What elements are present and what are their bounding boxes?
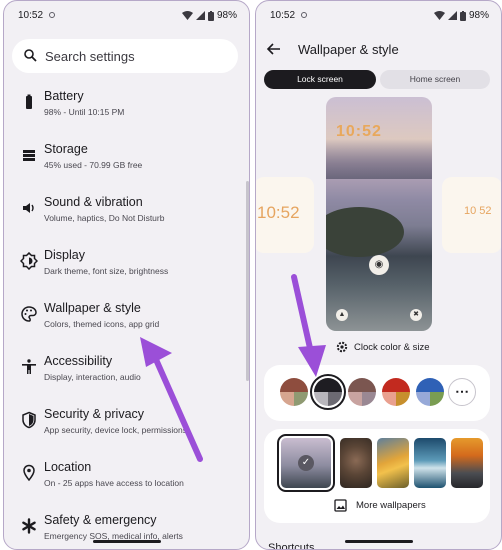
item-subtitle: 98% - Until 10:15 PM [44, 107, 125, 117]
accessibility-icon [22, 359, 36, 374]
item-title: Display [44, 248, 85, 262]
search-icon [24, 49, 37, 62]
shortcut-icon: ✖ [410, 309, 422, 321]
item-title: Security & privacy [44, 407, 145, 421]
clock-preview-text: 10 52 [464, 205, 492, 217]
battery-status-icon [459, 10, 466, 21]
settings-item-storage[interactable]: Storage 45% used - 70.99 GB free [4, 138, 244, 188]
clock-style-preview-right[interactable]: 10 52 [442, 177, 501, 253]
settings-screen: 10:52 98% Search settings Battery 98% - … [3, 0, 250, 550]
wallpaper-thumb-current[interactable]: ✓ [277, 434, 335, 492]
location-pin-icon [23, 464, 35, 482]
screen-tabs: Lock screen Home screen [264, 70, 490, 89]
brightness-icon [20, 252, 38, 270]
wallpaper-style-screen: 10:52 98% Wallpaper & style Lock screen … [255, 0, 502, 550]
clock-style-preview-left[interactable]: 10:52 [256, 177, 314, 253]
wallpaper-thumb-2[interactable] [340, 438, 372, 488]
page-title: Wallpaper & style [298, 42, 399, 57]
google-icon [301, 12, 308, 19]
scrollbar[interactable] [246, 181, 249, 381]
wallpaper-thumb-5[interactable] [451, 438, 483, 488]
pointer-arrow [140, 337, 203, 462]
item-subtitle: Dark theme, font size, brightness [44, 266, 169, 276]
wifi-icon [433, 11, 445, 20]
flashlight-icon: ▲ [336, 309, 348, 321]
color-swatch-5[interactable] [416, 378, 444, 406]
item-subtitle: Display, interaction, audio [44, 372, 141, 382]
battery-percent: 98% [216, 10, 237, 21]
preview-clock: 10:52 [336, 123, 382, 140]
clock-button-label: Clock color & size [354, 342, 430, 353]
shortcuts-heading: Shortcuts [268, 542, 315, 550]
image-icon [334, 499, 347, 512]
settings-item-safety[interactable]: Safety & emergency Emergency SOS, medica… [4, 509, 244, 549]
item-subtitle: 45% used - 70.99 GB free [44, 160, 143, 170]
more-colors-icon[interactable]: ⋯ [448, 378, 476, 406]
color-swatch-3[interactable] [348, 378, 376, 406]
item-title: Sound & vibration [44, 195, 143, 209]
gesture-nav-bar[interactable] [92, 540, 161, 543]
tab-lock-screen[interactable]: Lock screen [264, 70, 376, 89]
item-title: Location [44, 460, 92, 474]
settings-item-battery[interactable]: Battery 98% - Until 10:15 PM [4, 85, 244, 135]
signal-icon [195, 11, 205, 20]
settings-item-sound[interactable]: Sound & vibration Volume, haptics, Do No… [4, 191, 244, 241]
gear-icon [336, 341, 348, 353]
item-title: Wallpaper & style [44, 301, 141, 315]
item-title: Battery [44, 89, 84, 103]
pointer-arrow [291, 274, 326, 377]
item-subtitle: Colors, themed icons, app grid [44, 319, 160, 329]
gesture-nav-bar[interactable] [344, 540, 413, 543]
item-title: Storage [44, 142, 88, 156]
search-placeholder: Search settings [45, 49, 135, 64]
asterisk-icon [22, 518, 36, 534]
back-arrow-icon[interactable] [266, 41, 282, 57]
checkmark-icon: ✓ [298, 455, 314, 471]
shield-icon [22, 411, 36, 429]
google-icon [49, 12, 56, 19]
wallpaper-thumb-3[interactable] [377, 438, 409, 488]
clock-preview-text: 10:52 [257, 203, 300, 222]
wallpapers-card: ✓ More wallpapers [264, 429, 490, 523]
storage-icon [23, 150, 35, 161]
item-title: Safety & emergency [44, 513, 157, 527]
battery-percent: 98% [468, 10, 489, 21]
lock-screen-preview[interactable]: 10:52 ◉ ▲ ✖ [326, 97, 432, 331]
search-bar[interactable]: Search settings [12, 39, 238, 73]
status-bar: 10:52 98% [18, 10, 237, 24]
item-subtitle: On - 25 apps have access to location [44, 478, 184, 488]
fingerprint-icon: ◉ [369, 255, 389, 275]
more-wallpapers-label: More wallpapers [356, 500, 426, 511]
item-subtitle: Volume, haptics, Do Not Disturb [44, 213, 165, 223]
speaker-icon [23, 203, 34, 213]
palette-icon [21, 306, 37, 322]
city-skyline [326, 139, 432, 179]
color-swatch-4[interactable] [382, 378, 410, 406]
battery-status-icon [207, 10, 214, 21]
tab-home-screen[interactable]: Home screen [380, 70, 490, 89]
wallpaper-thumb-4[interactable] [414, 438, 446, 488]
settings-item-display[interactable]: Display Dark theme, font size, brightnes… [4, 244, 244, 294]
status-time: 10:52 [18, 10, 44, 21]
island-shape [326, 207, 404, 257]
item-title: Accessibility [44, 354, 113, 368]
battery-icon [26, 94, 32, 109]
signal-icon [447, 11, 457, 20]
status-time: 10:52 [270, 10, 296, 21]
wifi-icon [181, 11, 193, 20]
status-bar: 10:52 98% [270, 10, 489, 24]
